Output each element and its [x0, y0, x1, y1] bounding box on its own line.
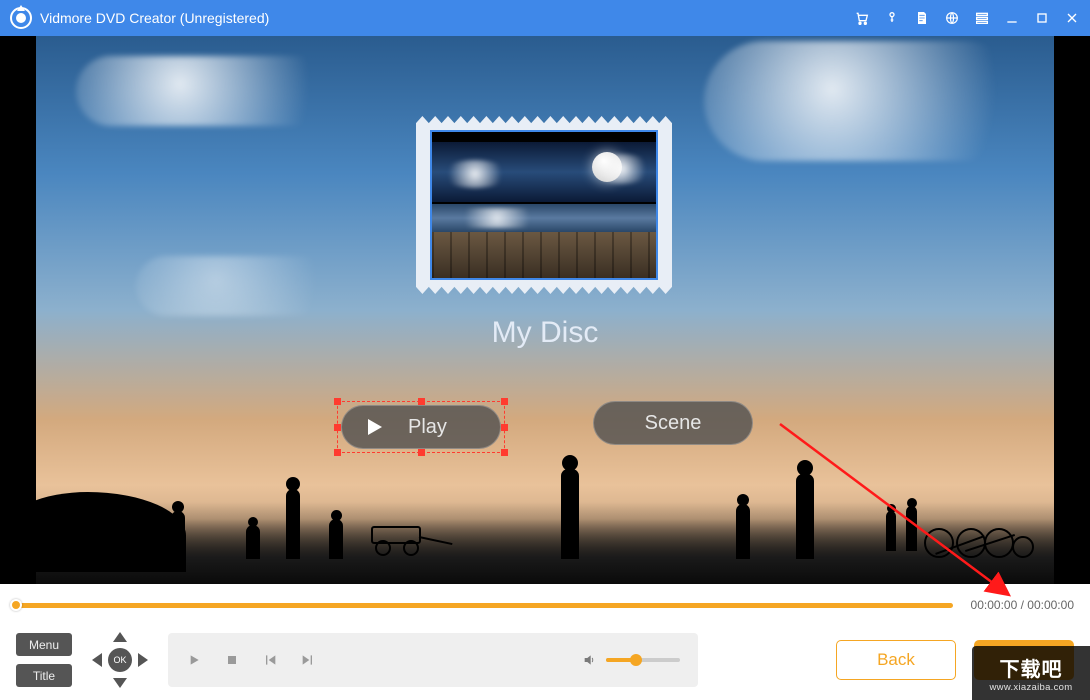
dpad-right-icon[interactable]	[138, 653, 148, 667]
silhouette-person	[246, 517, 260, 559]
player-bar	[168, 633, 698, 687]
dvd-play-button[interactable]: Play	[341, 405, 501, 449]
silhouette-person	[561, 455, 579, 559]
seek-row: 00:00:00 / 00:00:00	[16, 594, 1074, 616]
close-icon[interactable]	[1064, 10, 1080, 26]
play-triangle-icon	[368, 419, 382, 435]
silhouette-wagon	[371, 524, 451, 556]
dvd-menu-buttons: Play Scene	[36, 401, 1054, 453]
volume-slider[interactable]	[606, 658, 680, 662]
menu-options-icon[interactable]	[974, 10, 990, 26]
silhouette-person	[736, 494, 750, 559]
control-panel: 00:00:00 / 00:00:00 Menu Title OK	[0, 584, 1090, 700]
dpad-up-icon[interactable]	[113, 632, 127, 642]
burn-button[interactable]	[974, 640, 1074, 680]
scene-label: Scene	[645, 412, 702, 435]
cart-icon[interactable]	[854, 10, 870, 26]
thumbnail-frame[interactable]	[416, 116, 672, 294]
dpad: OK	[90, 630, 150, 690]
thumbnail-image	[430, 130, 658, 280]
background-ground	[36, 519, 1054, 584]
dpad-left-icon[interactable]	[92, 653, 102, 667]
volume-icon[interactable]	[582, 652, 598, 668]
time-total: 00:00:00	[1027, 598, 1074, 612]
playback-play-icon[interactable]	[186, 652, 202, 668]
silhouette-person	[906, 498, 917, 551]
app-title: Vidmore DVD Creator (Unregistered)	[40, 10, 269, 26]
selection-outline: Play	[337, 401, 505, 453]
titlebar: Vidmore DVD Creator (Unregistered)	[0, 0, 1090, 36]
minimize-icon[interactable]	[1004, 10, 1020, 26]
silhouette-bikes	[924, 508, 1034, 558]
app-logo-icon	[10, 7, 32, 29]
menu-button[interactable]: Menu	[16, 633, 72, 656]
disc-title[interactable]: My Disc	[36, 316, 1054, 350]
silhouette-person	[329, 510, 343, 559]
document-icon[interactable]	[914, 10, 930, 26]
silhouette-person	[286, 477, 300, 559]
maximize-icon[interactable]	[1034, 10, 1050, 26]
play-label: Play	[408, 416, 447, 439]
silhouette-person	[886, 504, 896, 551]
playback-stop-icon[interactable]	[224, 652, 240, 668]
dvd-menu-preview: My Disc Play Scene	[36, 36, 1054, 584]
time-current: 00:00:00	[971, 598, 1018, 612]
control-row: Menu Title OK Back	[16, 630, 1074, 690]
titlebar-icons	[854, 10, 1080, 26]
key-icon[interactable]	[884, 10, 900, 26]
playback-next-icon[interactable]	[300, 652, 316, 668]
dpad-down-icon[interactable]	[113, 678, 127, 688]
title-button[interactable]: Title	[16, 664, 72, 687]
silhouette-person	[171, 501, 185, 559]
dpad-ok-button[interactable]: OK	[108, 648, 132, 672]
back-button[interactable]: Back	[836, 640, 956, 680]
playback-prev-icon[interactable]	[262, 652, 278, 668]
background-hill	[36, 492, 186, 572]
volume-control	[582, 652, 680, 668]
seek-knob[interactable]	[10, 599, 22, 611]
silhouette-person	[796, 460, 814, 559]
left-buttons: Menu Title	[16, 633, 72, 687]
preview-panel: My Disc Play Scene	[0, 36, 1090, 584]
globe-icon[interactable]	[944, 10, 960, 26]
dvd-scene-button[interactable]: Scene	[593, 401, 753, 445]
time-display: 00:00:00 / 00:00:00	[971, 598, 1074, 612]
seek-bar[interactable]	[16, 603, 953, 608]
volume-knob[interactable]	[630, 654, 642, 666]
